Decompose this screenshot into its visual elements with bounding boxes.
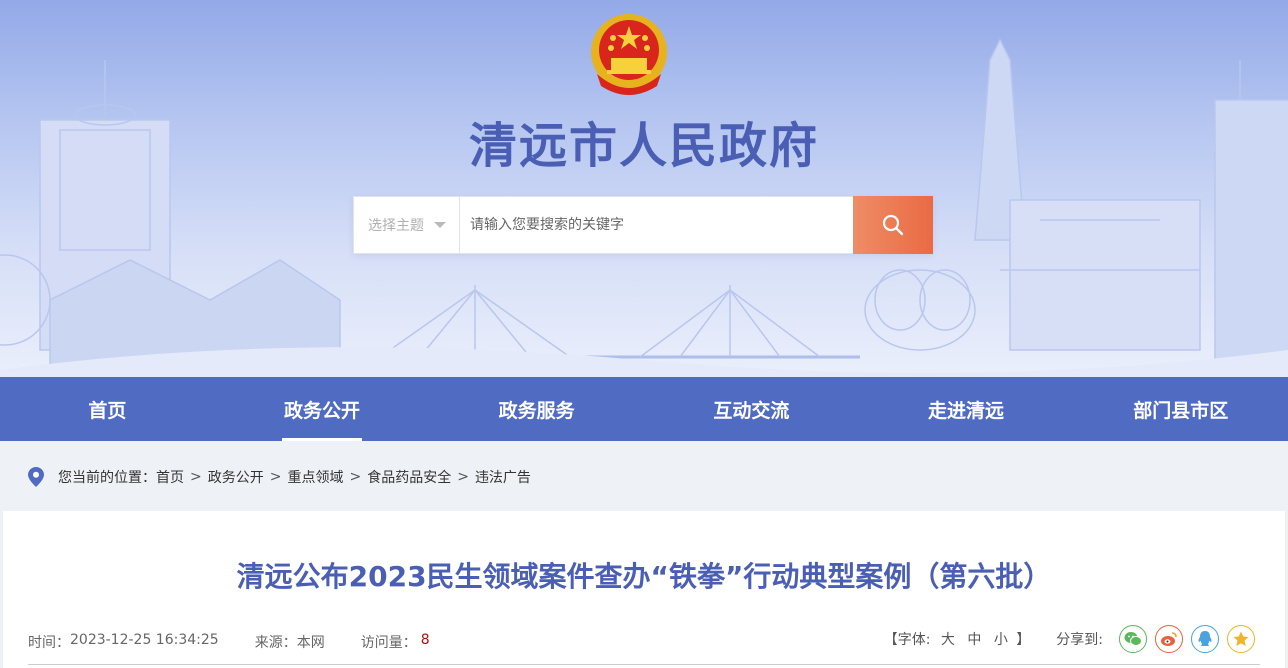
breadcrumb-item[interactable]: 违法广告	[475, 467, 531, 487]
breadcrumb: 您当前的位置： 首页 > 政务公开 > 重点领域 > 食品药品安全 > 违法广告	[28, 466, 531, 488]
font-bracket-close: 】	[1016, 632, 1031, 648]
meta-divider	[28, 664, 1260, 665]
article-title: 清远公布2023民生领域案件查办“铁拳”行动典型案例（第六批）	[236, 560, 1052, 593]
font-size-control: 【字体: 大 中 小 】	[884, 629, 1031, 649]
time-label: 时间：	[28, 635, 70, 651]
nav-item-label: 政务公开	[284, 399, 361, 422]
search-icon	[882, 214, 904, 236]
share-qq-button[interactable]	[1191, 625, 1219, 653]
site-title: 清远市人民政府	[468, 118, 819, 174]
nav-item-label: 走进清远	[928, 399, 1005, 422]
visits-count: 8	[420, 632, 430, 648]
location-pin-icon	[28, 467, 44, 487]
nav-item-interaction[interactable]: 互动交流	[644, 377, 859, 441]
source-label: 来源：	[254, 635, 297, 651]
breadcrumb-item[interactable]: 食品药品安全	[367, 467, 451, 487]
font-bracket-open: 【字体:	[883, 632, 931, 648]
visits-label: 访问量：	[360, 635, 417, 651]
breadcrumb-item[interactable]: 首页	[156, 467, 184, 487]
nav-item-label: 首页	[88, 399, 127, 422]
share-wechat-button[interactable]	[1119, 625, 1147, 653]
share-label: 分享到:	[1056, 632, 1103, 648]
breadcrumb-prefix: 您当前的位置：	[58, 470, 156, 486]
nav-item-government-affairs[interactable]: 政务公开	[215, 377, 430, 441]
share-qzone-button[interactable]	[1227, 625, 1255, 653]
topic-select[interactable]: 选择主题	[354, 197, 460, 253]
source-value: 本网	[296, 635, 325, 651]
article-card: 清远公布2023民生领域案件查办“铁拳”行动典型案例（第六批） 时间： 2023…	[3, 511, 1285, 668]
search-input[interactable]	[460, 197, 853, 253]
article-tools: 【字体: 大 中 小 】 分享到:	[884, 625, 1255, 653]
nav-item-home[interactable]: 首页	[0, 377, 215, 441]
nav-item-services[interactable]: 政务服务	[429, 377, 644, 441]
search-button[interactable]	[853, 196, 933, 254]
weibo-icon	[1161, 632, 1177, 646]
share-weibo-button[interactable]	[1155, 625, 1183, 653]
national-emblem-icon	[591, 14, 667, 95]
breadcrumb-separator: >	[269, 469, 282, 485]
topic-select-label: 选择主题	[368, 218, 424, 234]
chevron-down-icon	[434, 222, 446, 228]
header-banner: 清远市人民政府 选择主题	[0, 0, 1288, 377]
nav-item-label: 部门县市区	[1133, 399, 1229, 422]
nav-item-about-city[interactable]: 走进清远	[859, 377, 1074, 441]
breadcrumb-separator: >	[190, 469, 202, 485]
qzone-icon	[1233, 631, 1249, 646]
font-small-button[interactable]: 小	[994, 632, 1008, 648]
wechat-icon	[1124, 632, 1142, 646]
font-large-button[interactable]: 大	[941, 632, 955, 648]
qq-icon	[1198, 631, 1212, 646]
breadcrumb-item[interactable]: 重点领域	[287, 467, 343, 487]
breadcrumb-separator: >	[349, 469, 362, 485]
publish-time: 2023-12-25 16:34:25	[70, 632, 219, 648]
search-bar: 选择主题	[353, 196, 933, 254]
article-meta: 时间： 2023-12-25 16:34:25 来源： 本网 访问量： 8	[28, 632, 430, 652]
breadcrumb-separator: >	[457, 469, 469, 485]
font-medium-button[interactable]: 中	[967, 632, 981, 648]
nav-item-departments[interactable]: 部门县市区	[1073, 377, 1288, 441]
breadcrumb-item[interactable]: 政务公开	[208, 467, 264, 487]
nav-item-label: 政务服务	[498, 399, 575, 422]
main-nav: 首页 政务公开 政务服务 互动交流 走进清远 部门县市区	[0, 377, 1288, 441]
nav-item-label: 互动交流	[713, 399, 790, 422]
